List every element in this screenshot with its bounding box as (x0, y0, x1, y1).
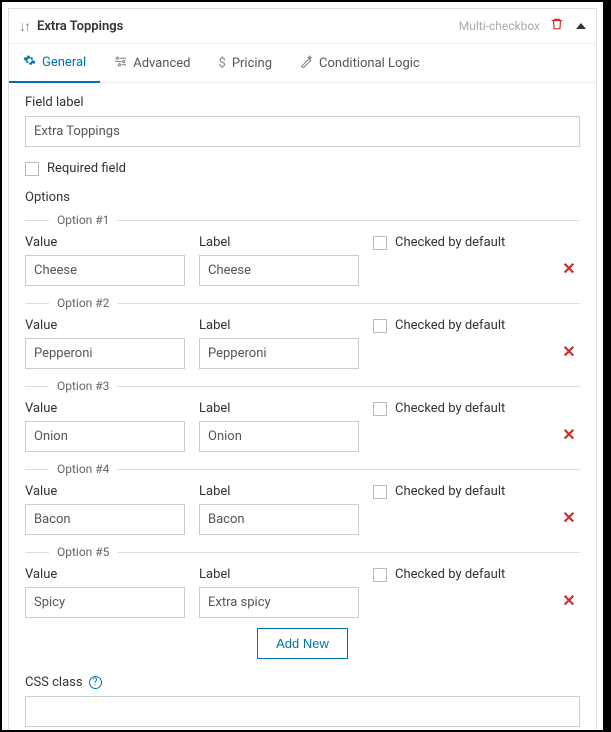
option-value-input[interactable] (25, 421, 185, 452)
option-legend: Option #3 (57, 379, 109, 393)
css-class-label: CSS class (25, 675, 83, 690)
option-label-label: Label (199, 484, 359, 499)
option-label-input[interactable] (199, 504, 359, 535)
remove-option-icon[interactable]: ✕ (558, 510, 580, 526)
option-label-label: Label (199, 235, 359, 250)
tab-label: General (42, 55, 86, 70)
option-value-input[interactable] (25, 587, 185, 618)
css-class-input[interactable] (25, 696, 580, 727)
option-checked-default-checkbox[interactable] (373, 319, 387, 333)
help-icon[interactable]: ? (89, 676, 102, 689)
option-checked-default-checkbox[interactable] (373, 236, 387, 250)
field-type-label: Multi-checkbox (459, 19, 540, 33)
option-checked-default-label: Checked by default (395, 235, 505, 250)
remove-option-icon[interactable]: ✕ (558, 261, 580, 277)
tab-general[interactable]: General (9, 44, 100, 83)
option-label-input[interactable] (199, 587, 359, 618)
collapse-caret-icon[interactable] (576, 23, 586, 29)
option-legend: Option #5 (57, 545, 109, 559)
required-field-label: Required field (47, 161, 126, 176)
tab-conditional-logic[interactable]: Conditional Logic (286, 44, 434, 82)
remove-option-icon[interactable]: ✕ (558, 593, 580, 609)
option-checked-default-label: Checked by default (395, 401, 505, 416)
tab-label: Conditional Logic (319, 56, 420, 71)
tabs: General Advanced $ Pricing Conditional L… (9, 43, 596, 83)
option-checked-default-checkbox[interactable] (373, 402, 387, 416)
option-label-input[interactable] (199, 421, 359, 452)
tab-label: Advanced (133, 56, 190, 71)
trash-icon[interactable] (550, 17, 564, 35)
tab-pricing[interactable]: $ Pricing (205, 44, 287, 82)
option-label-label: Label (199, 401, 359, 416)
option-value-label: Value (25, 318, 185, 333)
field-label-label: Field label (25, 95, 580, 110)
remove-option-icon[interactable]: ✕ (558, 427, 580, 443)
tab-label: Pricing (232, 56, 272, 71)
panel-title: Extra Toppings (37, 19, 123, 34)
option-value-input[interactable] (25, 338, 185, 369)
option-label-input[interactable] (199, 255, 359, 286)
field-label-input[interactable] (25, 116, 580, 147)
option-value-input[interactable] (25, 504, 185, 535)
option-legend: Option #2 (57, 296, 109, 310)
option-checked-default-label: Checked by default (395, 484, 505, 499)
dollar-icon: $ (219, 56, 226, 71)
option-checked-default-checkbox[interactable] (373, 485, 387, 499)
required-field-checkbox[interactable] (25, 162, 39, 176)
gear-icon (23, 54, 36, 71)
option-legend: Option #1 (57, 213, 109, 227)
wand-icon (300, 55, 313, 72)
remove-option-icon[interactable]: ✕ (558, 344, 580, 360)
option-checked-default-checkbox[interactable] (373, 568, 387, 582)
option-value-label: Value (25, 235, 185, 250)
add-new-button[interactable]: Add New (257, 628, 348, 659)
option-checked-default-label: Checked by default (395, 318, 505, 333)
option-value-input[interactable] (25, 255, 185, 286)
options-section-label: Options (25, 190, 580, 205)
option-checked-default-label: Checked by default (395, 567, 505, 582)
option-label-label: Label (199, 318, 359, 333)
option-label-input[interactable] (199, 338, 359, 369)
option-value-label: Value (25, 401, 185, 416)
option-legend: Option #4 (57, 462, 109, 476)
option-label-label: Label (199, 567, 359, 582)
drag-handle-icon[interactable]: ↓↑ (19, 18, 29, 35)
tab-advanced[interactable]: Advanced (100, 44, 204, 82)
option-value-label: Value (25, 567, 185, 582)
sliders-icon (114, 55, 127, 72)
option-value-label: Value (25, 484, 185, 499)
